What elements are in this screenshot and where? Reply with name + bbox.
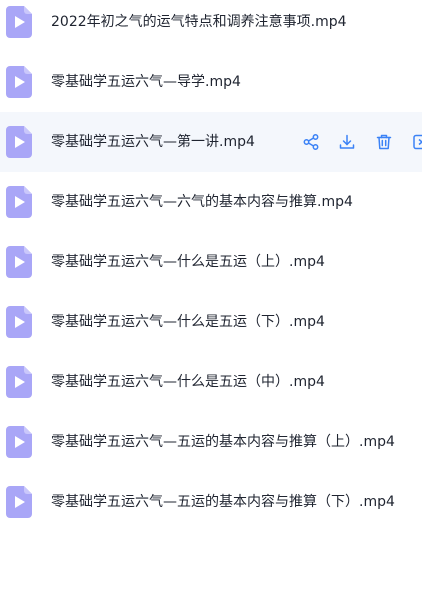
- video-file-icon: [6, 426, 32, 458]
- file-list: 2022年初之气的运气特点和调养注意事项.mp4 零基础学五运六气—导学.mp4…: [0, 0, 422, 600]
- download-icon[interactable]: [338, 133, 356, 151]
- file-row[interactable]: 零基础学五运六气—第一讲.mp4: [0, 112, 422, 172]
- video-file-icon: [6, 246, 32, 278]
- file-name[interactable]: 2022年初之气的运气特点和调养注意事项.mp4: [51, 13, 347, 31]
- video-file-icon: [6, 486, 32, 518]
- video-file-icon: [6, 366, 32, 398]
- file-name[interactable]: 零基础学五运六气—第一讲.mp4: [51, 133, 255, 151]
- file-row[interactable]: 2022年初之气的运气特点和调养注意事项.mp4: [0, 0, 422, 52]
- file-row[interactable]: 零基础学五运六气—导学.mp4: [0, 52, 422, 112]
- file-name[interactable]: 零基础学五运六气—五运的基本内容与推算（下）.mp4: [51, 493, 395, 511]
- video-file-icon: [6, 6, 32, 38]
- delete-icon[interactable]: [375, 133, 393, 151]
- file-row[interactable]: 零基础学五运六气—什么是五运（上）.mp4: [0, 232, 422, 292]
- share-icon[interactable]: [302, 133, 320, 151]
- row-actions: [300, 133, 422, 151]
- file-row[interactable]: 零基础学五运六气—五运的基本内容与推算（下）.mp4: [0, 472, 422, 532]
- file-name[interactable]: 零基础学五运六气—六气的基本内容与推算.mp4: [51, 193, 353, 211]
- video-file-icon: [6, 126, 32, 158]
- file-name[interactable]: 零基础学五运六气—五运的基本内容与推算（上）.mp4: [51, 433, 395, 451]
- file-name[interactable]: 零基础学五运六气—什么是五运（下）.mp4: [51, 313, 325, 331]
- file-name[interactable]: 零基础学五运六气—导学.mp4: [51, 73, 241, 91]
- file-name[interactable]: 零基础学五运六气—什么是五运（上）.mp4: [51, 253, 325, 271]
- more-icon[interactable]: [412, 133, 422, 151]
- video-file-icon: [6, 186, 32, 218]
- file-row[interactable]: 零基础学五运六气—什么是五运（中）.mp4: [0, 352, 422, 412]
- file-row[interactable]: 零基础学五运六气—五运的基本内容与推算（上）.mp4: [0, 412, 422, 472]
- video-file-icon: [6, 306, 32, 338]
- file-row[interactable]: 零基础学五运六气—六气的基本内容与推算.mp4: [0, 172, 422, 232]
- video-file-icon: [6, 66, 32, 98]
- file-row[interactable]: 零基础学五运六气—什么是五运（下）.mp4: [0, 292, 422, 352]
- file-name[interactable]: 零基础学五运六气—什么是五运（中）.mp4: [51, 373, 325, 391]
